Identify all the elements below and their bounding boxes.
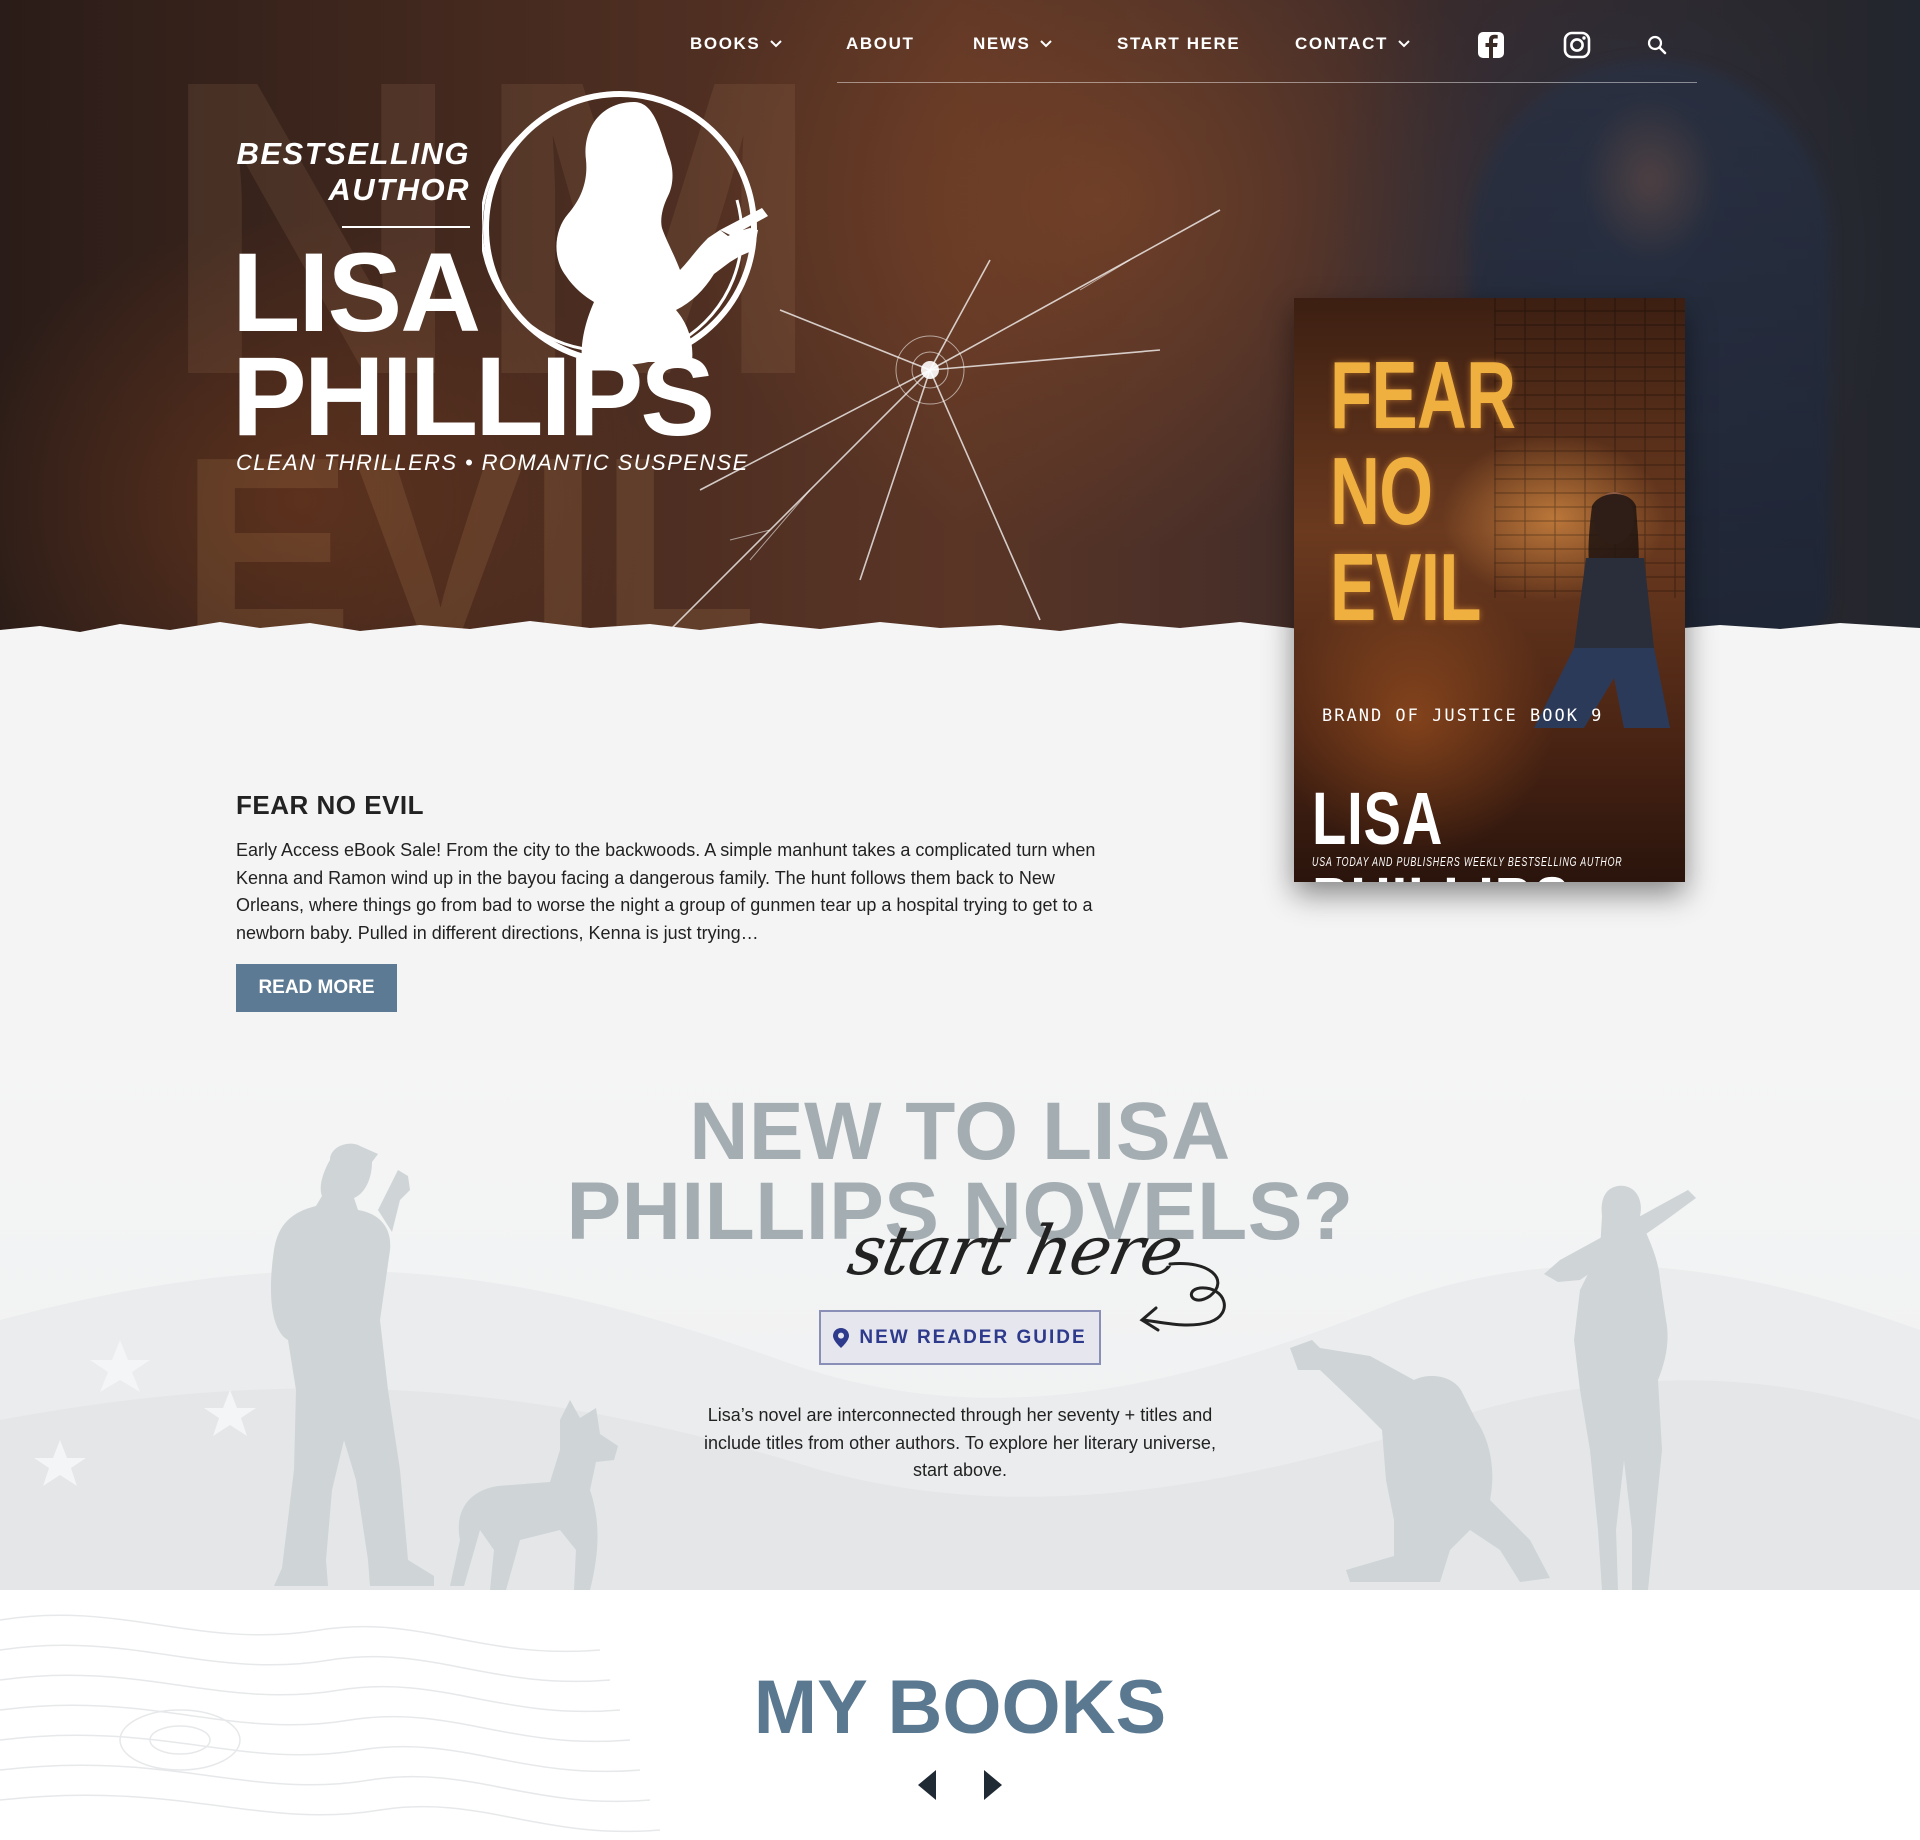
chevron-down-icon bbox=[1398, 40, 1410, 48]
main-navigation: BOOKS ABOUT NEWS START HERE CONTACT bbox=[0, 28, 1920, 62]
logo-last-name: PHILLIPS bbox=[232, 334, 715, 459]
cover-title-line: FEAR bbox=[1330, 342, 1516, 449]
nav-item-news[interactable]: NEWS bbox=[973, 34, 1053, 54]
instagram-icon[interactable] bbox=[1560, 28, 1594, 62]
my-books-title: MY BOOKS bbox=[753, 1665, 1167, 1750]
logo-line-bestselling: BESTSELLING bbox=[236, 136, 470, 171]
search-icon[interactable] bbox=[1640, 28, 1674, 62]
featured-book-cover[interactable]: FEAR NO EVIL BRAND OF JUSTICE BOOK 9 LIS… bbox=[1294, 298, 1685, 882]
logo-tagline: CLEAN THRILLERS • ROMANTIC SUSPENSE bbox=[236, 450, 749, 475]
nav-item-books[interactable]: BOOKS bbox=[690, 34, 783, 54]
cover-tagline: USA TODAY AND PUBLISHERS WEEKLY BESTSELL… bbox=[1312, 854, 1623, 869]
nav-item-start-here[interactable]: START HERE bbox=[1117, 34, 1240, 54]
site-logo[interactable]: BESTSELLING AUTHOR LISA PHILLIPS CLEAN T… bbox=[230, 80, 790, 480]
new-reader-guide-button[interactable]: NEW READER GUIDE bbox=[819, 1310, 1101, 1365]
curly-arrow-icon bbox=[1139, 1261, 1226, 1332]
cover-woman-figure bbox=[1534, 492, 1670, 728]
logo-line-author: AUTHOR bbox=[328, 172, 470, 207]
cover-series: BRAND OF JUSTICE BOOK 9 bbox=[1322, 706, 1604, 726]
new-reader-guide-label: NEW READER GUIDE bbox=[859, 1326, 1087, 1348]
cover-title: FEAR NO EVIL bbox=[1330, 342, 1516, 641]
logo-bestselling-author: BESTSELLING AUTHOR bbox=[230, 136, 470, 208]
nav-label-books: BOOKS bbox=[690, 34, 761, 53]
nav-label-news: NEWS bbox=[973, 34, 1031, 53]
chevron-down-icon bbox=[770, 40, 783, 48]
read-more-button[interactable]: READ MORE bbox=[236, 964, 397, 1012]
chevron-down-icon bbox=[1040, 40, 1053, 48]
nav-label-start-here: START HERE bbox=[1117, 34, 1241, 53]
dog-silhouette bbox=[450, 1400, 618, 1590]
new-reader-heading-line1: NEW TO LISA bbox=[689, 1086, 1231, 1177]
facebook-icon[interactable] bbox=[1474, 28, 1508, 62]
logo-first-name: LISA bbox=[232, 230, 481, 355]
logo-divider bbox=[342, 226, 470, 228]
cover-title-line: EVIL bbox=[1330, 534, 1481, 641]
nav-item-about[interactable]: ABOUT bbox=[846, 34, 914, 54]
nav-divider bbox=[837, 82, 1697, 83]
nav-item-contact[interactable]: CONTACT bbox=[1295, 34, 1410, 54]
featured-book-description: Early Access eBook Sale! From the city t… bbox=[236, 840, 1096, 943]
map-pin-icon bbox=[833, 1327, 850, 1348]
carousel-prev-icon[interactable] bbox=[914, 1768, 940, 1802]
featured-book-title: FEAR NO EVIL bbox=[236, 790, 425, 820]
featured-book-info: FEAR NO EVIL Early Access eBook Sale! Fr… bbox=[236, 790, 1096, 947]
nav-label-contact: CONTACT bbox=[1295, 34, 1389, 53]
nav-label-about: ABOUT bbox=[846, 34, 915, 53]
new-reader-description: Lisa’s novel are interconnected through … bbox=[704, 1405, 1216, 1480]
carousel-next-icon[interactable] bbox=[980, 1768, 1006, 1802]
cover-title-line: NO bbox=[1330, 438, 1433, 545]
